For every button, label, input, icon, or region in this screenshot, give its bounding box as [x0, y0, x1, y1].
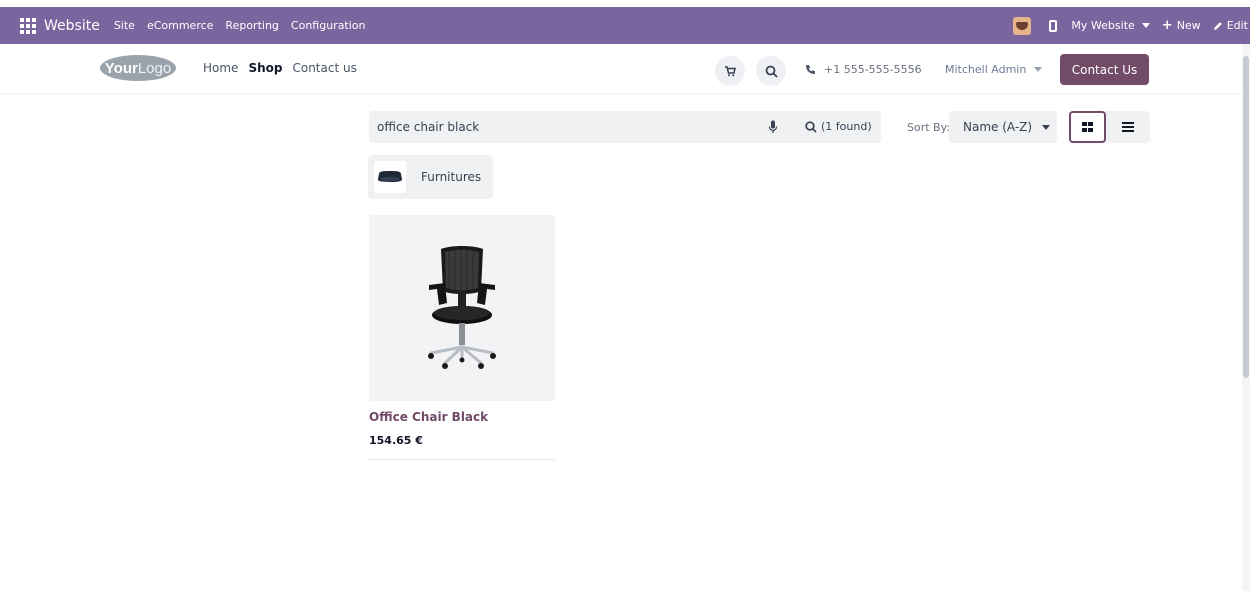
chevron-down-icon [1042, 124, 1051, 130]
new-button[interactable]: + New [1162, 18, 1201, 33]
chevron-down-icon [1034, 67, 1043, 72]
admin-menu-reporting[interactable]: Reporting [225, 19, 278, 32]
site-logo[interactable]: Your Logo [100, 55, 176, 81]
product-search-input[interactable] [377, 120, 757, 134]
office-chair-image [428, 246, 496, 369]
search-result-count: (1 found) [821, 120, 872, 133]
main-nav: Home Shop Contact us [203, 61, 357, 75]
microphone-icon[interactable] [768, 120, 778, 134]
product-price: 154.65 € [369, 434, 423, 447]
phone-link[interactable]: +1 555-555-5556 [805, 63, 922, 76]
sort-selected-value: Name (A-Z) [963, 120, 1033, 134]
edit-button-label: Edit [1226, 19, 1248, 32]
cart-icon [725, 66, 736, 77]
edit-button[interactable]: Edit [1213, 19, 1248, 32]
contact-us-button[interactable]: Contact Us [1060, 54, 1149, 85]
list-view-button[interactable] [1106, 111, 1150, 143]
admin-menu-site[interactable]: Site [114, 19, 135, 32]
phone-number: +1 555-555-5556 [824, 63, 922, 76]
product-image[interactable] [369, 215, 555, 401]
nav-contact-us[interactable]: Contact us [292, 61, 356, 75]
admin-right-section: My Website + New Edit [1013, 16, 1250, 35]
user-name: Mitchell Admin [945, 63, 1027, 76]
admin-menu-ecommerce[interactable]: eCommerce [147, 19, 213, 32]
product-search-bar: (1 found) [369, 111, 881, 143]
website-switcher[interactable]: My Website [1071, 19, 1150, 32]
plus-icon: + [1161, 18, 1173, 33]
logo-text-light: Logo [137, 59, 172, 77]
search-icon [805, 120, 817, 133]
grid-icon [1082, 122, 1093, 132]
scrollbar-thumb[interactable] [1243, 56, 1249, 378]
site-header: Your Logo Home Shop Contact us +1 555-555… [0, 44, 1242, 94]
product-name[interactable]: Office Chair Black [369, 410, 488, 424]
view-toggle [1069, 111, 1150, 143]
category-chip[interactable]: Furnitures [368, 155, 493, 199]
nav-home[interactable]: Home [203, 61, 238, 75]
sort-label: Sort By: [907, 121, 951, 134]
new-button-label: New [1176, 19, 1201, 32]
category-label: Furnitures [421, 170, 482, 184]
user-menu[interactable]: Mitchell Admin [945, 63, 1043, 76]
grid-view-button[interactable] [1069, 111, 1106, 143]
pencil-icon [1213, 21, 1222, 30]
admin-toolbar: Website Site eCommerce Reporting Configu… [0, 7, 1250, 44]
admin-menu-configuration[interactable]: Configuration [291, 19, 366, 32]
nav-shop[interactable]: Shop [248, 61, 282, 75]
sofa-icon [378, 171, 402, 182]
chevron-down-icon [1141, 23, 1150, 28]
product-card[interactable]: Office Chair Black 154.65 € [369, 215, 555, 460]
category-thumbnail [374, 161, 406, 193]
logo-text-bold: Your [104, 59, 138, 77]
mobile-preview-icon[interactable] [1049, 19, 1058, 32]
website-switcher-label: My Website [1071, 19, 1135, 32]
sort-dropdown[interactable]: Name (A-Z) [949, 111, 1057, 143]
user-avatar[interactable] [1013, 16, 1032, 35]
search-icon [765, 65, 778, 78]
header-search-button[interactable] [756, 56, 786, 86]
search-submit-button[interactable]: (1 found) [805, 120, 872, 133]
list-icon [1122, 122, 1134, 132]
admin-brand[interactable]: Website [44, 18, 100, 34]
phone-icon [806, 65, 815, 74]
page-scrollbar[interactable] [1242, 44, 1250, 591]
cart-button[interactable] [715, 56, 745, 86]
apps-grid-icon[interactable] [20, 17, 36, 34]
